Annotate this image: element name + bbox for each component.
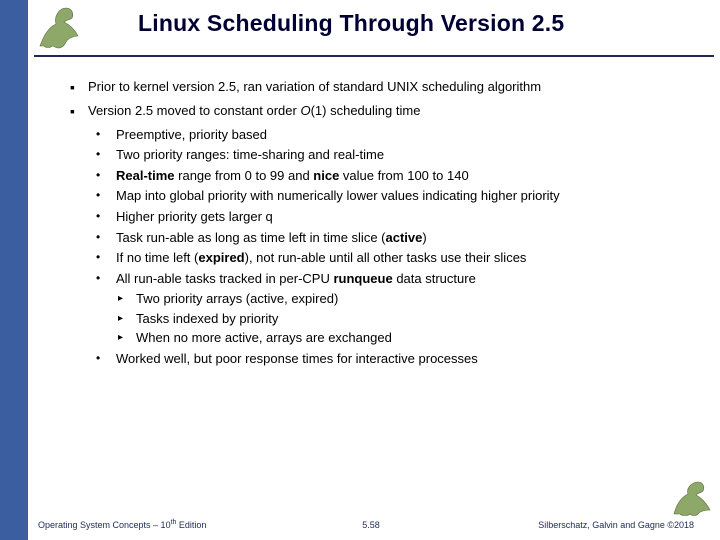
text: ) (422, 230, 426, 245)
title-rule (34, 55, 714, 57)
text-bold: runqueue (333, 271, 392, 286)
sub-2: • Two priority ranges: time-sharing and … (96, 146, 700, 164)
text-bold: expired (198, 250, 244, 265)
text-bold: nice (313, 168, 339, 183)
content-area: ▪ Prior to kernel version 2.5, ran varia… (70, 78, 700, 370)
sub-text: Preemptive, priority based (116, 126, 700, 144)
sub-5: • Higher priority gets larger q (96, 208, 700, 226)
sub-4: • Map into global priority with numerica… (96, 187, 700, 205)
dot-bullet-icon: • (96, 167, 116, 185)
dot-bullet-icon: • (96, 146, 116, 164)
text: Version 2.5 moved to constant order (88, 103, 300, 118)
bullet-2: ▪ Version 2.5 moved to constant order O(… (70, 102, 700, 121)
text: (1) scheduling time (311, 103, 421, 118)
bullet-text: Prior to kernel version 2.5, ran variati… (88, 78, 700, 97)
dot-bullet-icon: • (96, 229, 116, 247)
subsub-3: ▸ When no more active, arrays are exchan… (118, 329, 700, 347)
text-bold: active (386, 230, 423, 245)
text: ), not run-able until all other tasks us… (245, 250, 527, 265)
sub-1: • Preemptive, priority based (96, 126, 700, 144)
text: data structure (393, 271, 476, 286)
square-bullet-icon: ▪ (70, 102, 88, 121)
dot-bullet-icon: • (96, 187, 116, 205)
sub-7: • If no time left (expired), not run-abl… (96, 249, 700, 267)
arrow-bullet-icon: ▸ (118, 292, 136, 310)
dot-bullet-icon: • (96, 208, 116, 226)
bullet-text: Version 2.5 moved to constant order O(1)… (88, 102, 700, 121)
text: Edition (176, 520, 206, 530)
subsub-2: ▸ Tasks indexed by priority (118, 310, 700, 328)
sub-6: • Task run-able as long as time left in … (96, 229, 700, 247)
sub-9: • Worked well, but poor response times f… (96, 350, 700, 368)
text: Task run-able as long as time left in ti… (116, 230, 386, 245)
dot-bullet-icon: • (96, 126, 116, 144)
sub-text: Higher priority gets larger q (116, 208, 700, 226)
text: Operating System Concepts – 10 (38, 520, 171, 530)
slide: Linux Scheduling Through Version 2.5 ▪ P… (0, 0, 720, 540)
bullet-1: ▪ Prior to kernel version 2.5, ran varia… (70, 78, 700, 97)
text-italic: O (300, 103, 310, 118)
dot-bullet-icon: • (96, 350, 116, 368)
footer-left: Operating System Concepts – 10th Edition (38, 519, 206, 530)
sub-3: • Real-time range from 0 to 99 and nice … (96, 167, 700, 185)
header: Linux Scheduling Through Version 2.5 (28, 0, 720, 60)
text: If no time left ( (116, 250, 198, 265)
square-bullet-icon: ▪ (70, 78, 88, 97)
sub-text: Map into global priority with numericall… (116, 187, 700, 205)
text: value from 100 to 140 (339, 168, 468, 183)
slide-title: Linux Scheduling Through Version 2.5 (138, 10, 564, 37)
footer-page-number: 5.58 (362, 520, 380, 530)
sub-text: Worked well, but poor response times for… (116, 350, 700, 368)
arrow-bullet-icon: ▸ (118, 331, 136, 349)
subsub-text: Two priority arrays (active, expired) (136, 290, 700, 308)
dot-bullet-icon: • (96, 270, 116, 288)
sub-text: Real-time range from 0 to 99 and nice va… (116, 167, 700, 185)
text-bold: Real-time (116, 168, 175, 183)
left-sidebar (0, 0, 28, 540)
subsub-text: Tasks indexed by priority (136, 310, 700, 328)
arrow-bullet-icon: ▸ (118, 312, 136, 330)
sub-text: All run-able tasks tracked in per-CPU ru… (116, 270, 700, 288)
footer: Operating System Concepts – 10th Edition… (28, 512, 714, 534)
sub-text: Two priority ranges: time-sharing and re… (116, 146, 700, 164)
sub-text: If no time left (expired), not run-able … (116, 249, 700, 267)
text: All run-able tasks tracked in per-CPU (116, 271, 333, 286)
sub-text: Task run-able as long as time left in ti… (116, 229, 700, 247)
dinosaur-left-icon (34, 2, 94, 52)
dot-bullet-icon: • (96, 249, 116, 267)
subsub-text: When no more active, arrays are exchange… (136, 329, 700, 347)
footer-copyright: Silberschatz, Galvin and Gagne ©2018 (538, 520, 694, 530)
subsub-1: ▸ Two priority arrays (active, expired) (118, 290, 700, 308)
sub-8: • All run-able tasks tracked in per-CPU … (96, 270, 700, 288)
text: range from 0 to 99 and (175, 168, 314, 183)
